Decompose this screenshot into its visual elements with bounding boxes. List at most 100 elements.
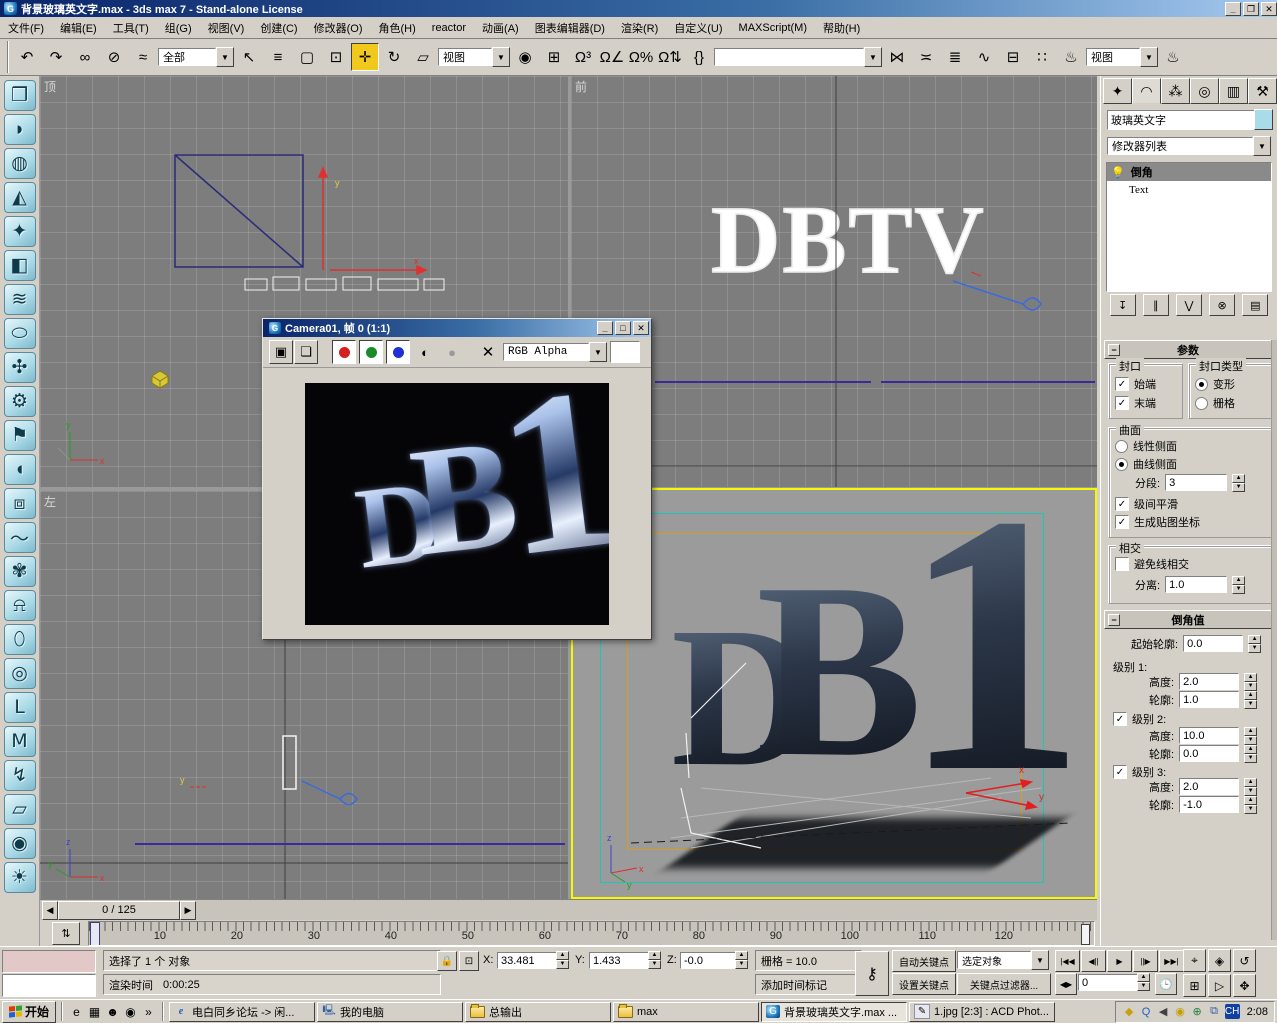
- chevron-down-icon[interactable]: ▼: [1253, 136, 1271, 156]
- range-end-marker[interactable]: [1081, 924, 1090, 945]
- x-spinner[interactable]: ▲▼: [556, 951, 569, 968]
- parameters-rollout-header[interactable]: − 参数: [1104, 340, 1272, 359]
- level2-outline-field[interactable]: 0.0: [1179, 745, 1239, 762]
- clear-image-icon[interactable]: ✕: [476, 340, 500, 364]
- smooth-checkbox[interactable]: ✓级间平滑: [1115, 496, 1178, 512]
- chevron-down-icon[interactable]: ▼: [1031, 950, 1049, 970]
- level3-outline-spinner[interactable]: ▲▼: [1244, 796, 1257, 813]
- tube-object-icon[interactable]: ◎: [4, 658, 36, 689]
- maxscript-mini-listener-pink[interactable]: [2, 950, 96, 973]
- align-icon[interactable]: ≍: [912, 43, 940, 71]
- alpha-channel-icon[interactable]: ●: [440, 340, 464, 364]
- menu-item[interactable]: MAXScript(M): [731, 19, 815, 37]
- morph-radio[interactable]: 变形: [1195, 376, 1235, 392]
- minimize-button[interactable]: _: [1225, 2, 1241, 16]
- chevron-down-icon[interactable]: ▼: [216, 47, 234, 67]
- snap-toggle-icon[interactable]: Ω³: [569, 43, 597, 71]
- time-slider-left-arrow[interactable]: ◀: [42, 901, 58, 920]
- menu-item[interactable]: 动画(A): [474, 17, 527, 39]
- level2-outline-spinner[interactable]: ▲▼: [1244, 745, 1257, 762]
- maxscript-mini-listener-white[interactable]: [2, 974, 96, 997]
- box-object-icon[interactable]: ❒: [4, 80, 36, 111]
- mono-channel-icon[interactable]: ◐: [413, 340, 437, 364]
- blocks-object-icon[interactable]: ⧈: [4, 488, 36, 519]
- angle-snap-icon[interactable]: Ω∠: [598, 43, 626, 71]
- level2-height-spinner[interactable]: ▲▼: [1244, 727, 1257, 744]
- separation-spinner[interactable]: ▲▼: [1232, 576, 1245, 593]
- current-frame-field[interactable]: 0: [1078, 974, 1142, 991]
- avoid-intersections-checkbox[interactable]: 避免线相交: [1115, 556, 1189, 572]
- stack-item-bevel[interactable]: 💡 倒角: [1107, 163, 1271, 181]
- key-filters-button[interactable]: 关键点过滤器...: [957, 973, 1051, 995]
- render-scene-icon[interactable]: ♨: [1057, 43, 1085, 71]
- object-color-swatch[interactable]: [1254, 109, 1273, 130]
- menu-item[interactable]: 帮助(H): [815, 17, 868, 39]
- spiral-object-icon[interactable]: ↯: [4, 760, 36, 791]
- level2-checkbox[interactable]: ✓级别 2:: [1113, 711, 1166, 727]
- named-selection-sets-dropdown[interactable]: ▼: [714, 47, 882, 67]
- clone-window-icon[interactable]: ❏: [294, 340, 318, 364]
- segments-field[interactable]: 3: [1165, 474, 1227, 491]
- start-outline-spinner[interactable]: ▲▼: [1248, 635, 1261, 652]
- panel-scrollbar[interactable]: [1271, 340, 1277, 940]
- select-and-link-icon[interactable]: ∞: [71, 43, 99, 71]
- material-editor-icon[interactable]: ∷: [1028, 43, 1056, 71]
- qq-icon[interactable]: ☻: [104, 1003, 121, 1020]
- green-channel-icon[interactable]: [359, 340, 383, 364]
- x-coordinate-field[interactable]: 33.481: [497, 952, 561, 969]
- knot-object-icon[interactable]: ✾: [4, 556, 36, 587]
- remove-modifier-icon[interactable]: ⊗: [1209, 294, 1235, 316]
- network-tray-icon[interactable]: ⧉: [1207, 1004, 1222, 1019]
- spring-object-icon[interactable]: ≋: [4, 284, 36, 315]
- time-configuration-icon[interactable]: 🕒: [1155, 973, 1177, 995]
- menu-item[interactable]: 视图(V): [200, 17, 253, 39]
- pan-icon[interactable]: ✥: [1233, 974, 1256, 997]
- segments-spinner[interactable]: ▲▼: [1232, 474, 1245, 491]
- reference-coordsys-dropdown[interactable]: 视图 ▼: [438, 47, 510, 67]
- bevel-values-rollout-header[interactable]: − 倒角值: [1104, 610, 1272, 629]
- taskbar-task-acdsee[interactable]: ✎1.jpg [2:3] : ACD Phot...: [909, 1002, 1055, 1022]
- chevron-down-icon[interactable]: ▼: [864, 47, 882, 67]
- level1-outline-spinner[interactable]: ▲▼: [1244, 691, 1257, 708]
- waves-object-icon[interactable]: 〜: [4, 522, 36, 553]
- viewport-label-front[interactable]: 前: [575, 78, 587, 95]
- render-window-titlebar[interactable]: G Camera01, 帧 0 (1:1) _ □ ✕: [263, 319, 651, 337]
- quicklaunch-more-icon[interactable]: »: [140, 1003, 157, 1020]
- tab-utilities[interactable]: ⚒: [1248, 78, 1277, 104]
- channel-dropdown[interactable]: RGB Alpha ▼: [503, 342, 607, 362]
- blue-channel-icon[interactable]: [386, 340, 410, 364]
- light-object-icon[interactable]: ☀: [4, 862, 36, 893]
- render-frame-window[interactable]: G Camera01, 帧 0 (1:1) _ □ ✕ ▣❏ ◐ ● ✕ RGB…: [262, 318, 652, 640]
- start-button[interactable]: 开始: [2, 1001, 56, 1023]
- menu-item[interactable]: 文件(F): [0, 17, 52, 39]
- mirror-icon[interactable]: ⋈: [883, 43, 911, 71]
- menu-item[interactable]: reactor: [424, 19, 474, 37]
- level3-outline-field[interactable]: -1.0: [1179, 796, 1239, 813]
- select-rotate-icon[interactable]: ↻: [380, 43, 408, 71]
- menu-item[interactable]: 工具(T): [105, 17, 157, 39]
- gear-object-icon[interactable]: ⚙: [4, 386, 36, 417]
- menu-item[interactable]: 图表编辑器(D): [527, 17, 613, 39]
- schematic-view-icon[interactable]: ⊟: [999, 43, 1027, 71]
- zoom-icon[interactable]: ⌖: [1183, 949, 1206, 972]
- level1-height-spinner[interactable]: ▲▼: [1244, 673, 1257, 690]
- figure-object-icon[interactable]: ⍾: [4, 590, 36, 621]
- z-coordinate-field[interactable]: -0.0: [680, 952, 740, 969]
- quick-render-icon[interactable]: ♨: [1159, 43, 1187, 71]
- zoom-all-icon[interactable]: ◈: [1208, 949, 1231, 972]
- teapot-object-icon[interactable]: ◗: [4, 114, 36, 145]
- pin-stack-icon[interactable]: ↧: [1110, 294, 1136, 316]
- red-channel-icon[interactable]: [332, 340, 356, 364]
- taskbar-task-output-folder[interactable]: 总输出: [465, 1002, 611, 1022]
- menu-item[interactable]: 渲染(R): [613, 17, 666, 39]
- radio-tray-icon[interactable]: ◉: [1173, 1004, 1188, 1019]
- vane-object-icon[interactable]: ⚑: [4, 420, 36, 451]
- percent-snap-icon[interactable]: Ω%: [627, 43, 655, 71]
- camera-object-icon[interactable]: ◉: [4, 828, 36, 859]
- cap-start-checkbox[interactable]: ✓始端: [1115, 376, 1156, 392]
- curved-sides-radio[interactable]: 曲线侧面: [1115, 456, 1177, 472]
- absolute-mode-icon[interactable]: ⊡: [459, 951, 479, 971]
- key-mode-toggle-icon[interactable]: ◀▶: [1055, 973, 1077, 995]
- close-button[interactable]: ✕: [633, 321, 649, 335]
- language-indicator[interactable]: CH: [1225, 1004, 1240, 1019]
